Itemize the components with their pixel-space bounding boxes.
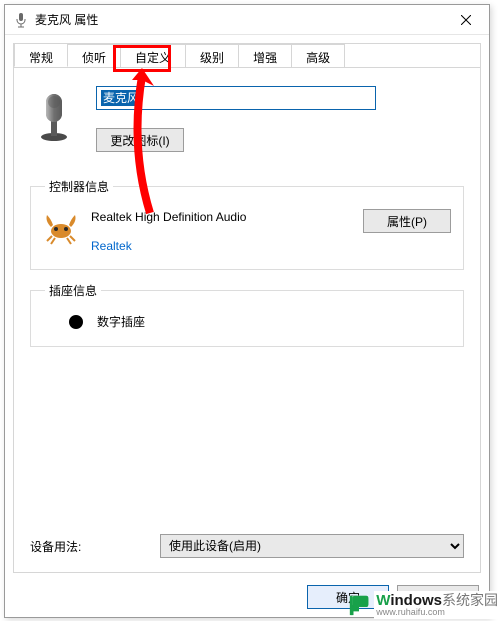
controller-info-group: 控制器信息 Realtek High Definition xyxy=(30,178,464,270)
watermark: Windows系统家园 www.ruhaifu.com xyxy=(348,591,500,619)
device-name-input[interactable]: 麦克风 xyxy=(96,86,376,110)
controller-name: Realtek High Definition Audio xyxy=(91,209,351,225)
device-use-select[interactable]: 使用此设备(启用) xyxy=(160,534,464,558)
change-icon-button[interactable]: 更改图标(I) xyxy=(96,128,184,152)
device-use-label: 设备用法: xyxy=(30,538,150,555)
jack-info-group: 插座信息 数字插座 xyxy=(30,282,464,347)
controller-info-label: 控制器信息 xyxy=(45,178,113,195)
jack-info-label: 插座信息 xyxy=(45,282,101,299)
watermark-url: www.ruhaifu.com xyxy=(376,608,498,617)
controller-properties-button[interactable]: 属性(P) xyxy=(363,209,451,233)
close-button[interactable] xyxy=(443,5,489,35)
window-title: 麦克风 属性 xyxy=(35,11,443,28)
tab-strip: 常规 侦听 自定义 级别 增强 高级 xyxy=(14,43,480,68)
properties-dialog: 麦克风 属性 常规 侦听 自定义 级别 增强 高级 xyxy=(4,4,490,618)
tab-page-general: 麦克风 更改图标(I) 控制器信息 xyxy=(14,67,480,572)
tab-listen[interactable]: 侦听 xyxy=(67,44,121,68)
tab-general[interactable]: 常规 xyxy=(14,43,68,67)
tab-levels[interactable]: 级别 xyxy=(185,44,239,68)
device-large-icon xyxy=(30,86,74,145)
microphone-icon xyxy=(13,12,29,28)
tab-custom[interactable]: 自定义 xyxy=(120,44,186,68)
device-name-value: 麦克风 xyxy=(101,90,141,106)
client-area: 常规 侦听 自定义 级别 增强 高级 xyxy=(13,43,481,573)
controller-vendor: Realtek xyxy=(91,239,351,253)
realtek-crab-icon xyxy=(43,209,79,250)
tab-advanced[interactable]: 高级 xyxy=(291,44,345,68)
tab-enhance[interactable]: 增强 xyxy=(238,44,292,68)
jack-name: 数字插座 xyxy=(97,313,145,330)
watermark-suffix: 系统家园 xyxy=(442,592,498,608)
titlebar[interactable]: 麦克风 属性 xyxy=(5,5,489,35)
watermark-flag-icon2 xyxy=(348,594,370,616)
jack-color-dot xyxy=(69,315,83,329)
